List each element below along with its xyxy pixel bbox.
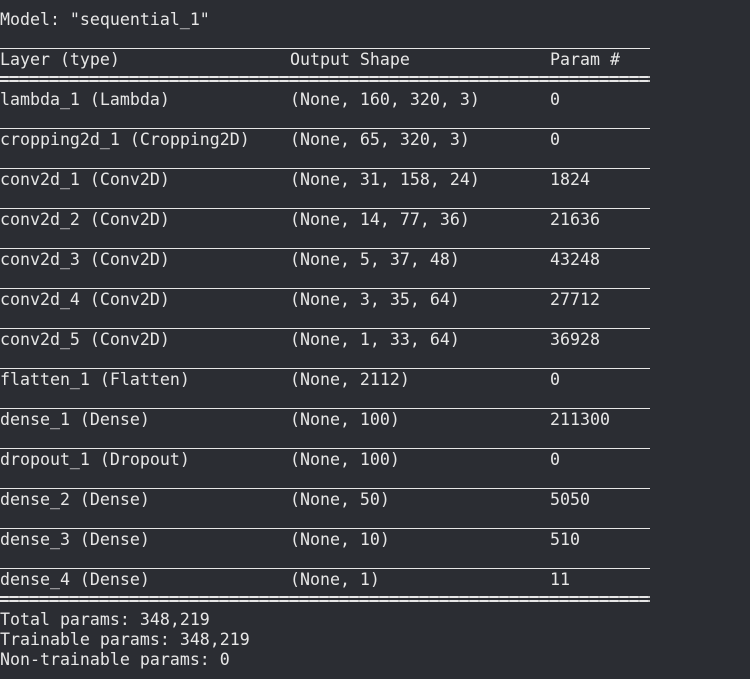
param-count: 27712 <box>550 290 600 309</box>
table-row: cropping2d_1 (Cropping2D) (None, 65, 320… <box>0 130 560 150</box>
layer-name: flatten_1 (Flatten) <box>0 370 190 389</box>
param-count: 1824 <box>550 170 590 189</box>
output-shape: (None, 3, 35, 64) <box>290 290 460 309</box>
terminal-output: Model: "sequential_1" Layer (type) Outpu… <box>0 0 750 679</box>
table-row: conv2d_1 (Conv2D) (None, 31, 158, 24) 18… <box>0 170 590 190</box>
total-params: Total params: 348,219 <box>0 610 210 629</box>
layer-name: dense_2 (Dense) <box>0 490 150 509</box>
output-shape: (None, 31, 158, 24) <box>290 170 480 189</box>
table-row: dense_3 (Dense) (None, 10) 510 <box>0 530 580 550</box>
header-double-rule <box>0 76 650 83</box>
param-count: 0 <box>550 90 560 109</box>
row-separator <box>0 248 650 249</box>
table-row: flatten_1 (Flatten) (None, 2112) 0 <box>0 370 560 390</box>
param-count: 0 <box>550 450 560 469</box>
row-separator <box>0 568 650 569</box>
layer-name: cropping2d_1 (Cropping2D) <box>0 130 250 149</box>
param-count: 36928 <box>550 330 600 349</box>
layer-name: dense_1 (Dense) <box>0 410 150 429</box>
row-separator <box>0 288 650 289</box>
output-shape: (None, 1) <box>290 570 380 589</box>
output-shape: (None, 14, 77, 36) <box>290 210 470 229</box>
non-trainable-params: Non-trainable params: 0 <box>0 650 230 669</box>
table-row: conv2d_4 (Conv2D) (None, 3, 35, 64) 2771… <box>0 290 600 310</box>
layer-name: dense_4 (Dense) <box>0 570 150 589</box>
param-count: 5050 <box>550 490 590 509</box>
table-row: dense_4 (Dense) (None, 1) 11 <box>0 570 570 590</box>
row-separator <box>0 448 650 449</box>
table-row: conv2d_5 (Conv2D) (None, 1, 33, 64) 3692… <box>0 330 600 350</box>
layer-name: dropout_1 (Dropout) <box>0 450 190 469</box>
table-row: dropout_1 (Dropout) (None, 100) 0 <box>0 450 560 470</box>
param-count: 43248 <box>550 250 600 269</box>
output-shape: (None, 100) <box>290 410 400 429</box>
row-separator <box>0 528 650 529</box>
layer-name: conv2d_4 (Conv2D) <box>0 290 170 309</box>
model-name-line: Model: "sequential_1" <box>0 10 210 29</box>
table-row: conv2d_2 (Conv2D) (None, 14, 77, 36) 216… <box>0 210 600 230</box>
output-shape: (None, 10) <box>290 530 390 549</box>
row-separator <box>0 408 650 409</box>
row-separator <box>0 328 650 329</box>
footer-double-rule <box>0 596 650 603</box>
table-header: Layer (type) Output Shape Param # <box>0 50 620 70</box>
trainable-params: Trainable params: 348,219 <box>0 630 250 649</box>
output-shape: (None, 160, 320, 3) <box>290 90 480 109</box>
layer-name: conv2d_5 (Conv2D) <box>0 330 170 349</box>
layer-name: lambda_1 (Lambda) <box>0 90 170 109</box>
layer-name: dense_3 (Dense) <box>0 530 150 549</box>
layer-name: conv2d_2 (Conv2D) <box>0 210 170 229</box>
row-separator <box>0 208 650 209</box>
output-shape: (None, 1, 33, 64) <box>290 330 460 349</box>
row-separator <box>0 488 650 489</box>
param-count: 21636 <box>550 210 600 229</box>
output-shape: (None, 2112) <box>290 370 410 389</box>
output-shape: (None, 100) <box>290 450 400 469</box>
header-top-rule <box>0 48 650 49</box>
param-count: 0 <box>550 130 560 149</box>
layer-name: conv2d_3 (Conv2D) <box>0 250 170 269</box>
table-row: dense_1 (Dense) (None, 100) 211300 <box>0 410 610 430</box>
table-row: conv2d_3 (Conv2D) (None, 5, 37, 48) 4324… <box>0 250 600 270</box>
header-param-count: Param # <box>550 50 620 69</box>
table-row: dense_2 (Dense) (None, 50) 5050 <box>0 490 590 510</box>
output-shape: (None, 5, 37, 48) <box>290 250 460 269</box>
row-separator <box>0 368 650 369</box>
layer-name: conv2d_1 (Conv2D) <box>0 170 170 189</box>
row-separator <box>0 128 650 129</box>
header-output-shape: Output Shape <box>290 50 410 69</box>
param-count: 211300 <box>550 410 610 429</box>
header-layer-type: Layer (type) <box>0 50 120 69</box>
table-row: lambda_1 (Lambda) (None, 160, 320, 3) 0 <box>0 90 560 110</box>
output-shape: (None, 50) <box>290 490 390 509</box>
output-shape: (None, 65, 320, 3) <box>290 130 470 149</box>
param-count: 11 <box>550 570 570 589</box>
param-count: 510 <box>550 530 580 549</box>
param-count: 0 <box>550 370 560 389</box>
row-separator <box>0 168 650 169</box>
